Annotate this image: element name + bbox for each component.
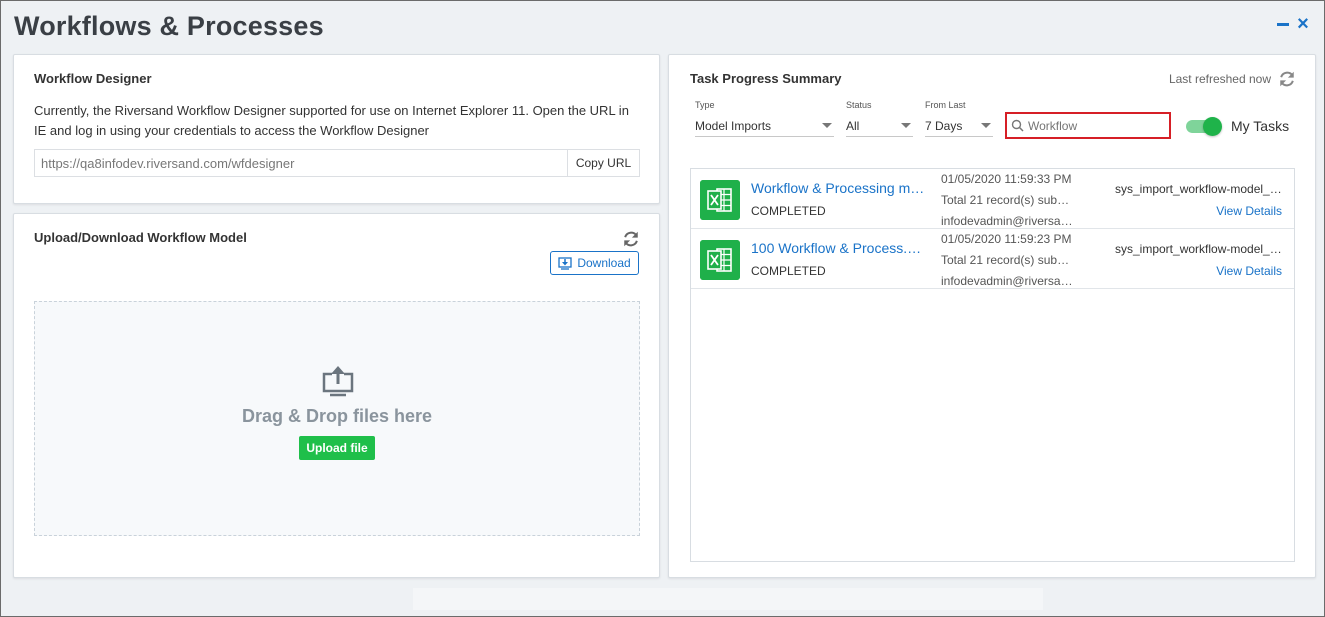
window-controls: ×	[1276, 14, 1310, 34]
task-user: infodevadmin@riversand.com	[941, 214, 1079, 228]
task-row: Workflow & Processing model.xlsx COMPLET…	[691, 169, 1294, 229]
copy-url-button[interactable]: Copy URL	[567, 150, 639, 176]
upload-icon	[322, 366, 354, 397]
workflow-designer-title: Workflow Designer	[34, 71, 152, 86]
refresh-icon[interactable]	[1278, 70, 1296, 88]
task-records: Total 21 record(s) submitted	[941, 253, 1079, 267]
workflows-window: Workflows & Processes × Workflow Designe…	[0, 0, 1325, 617]
task-name-link[interactable]: 100 Workflow & Process.xlsx	[751, 240, 925, 256]
workflow-designer-card: Workflow Designer Currently, the Riversa…	[13, 54, 660, 204]
view-details-link[interactable]: View Details	[1216, 204, 1282, 218]
task-status: COMPLETED	[751, 264, 826, 278]
download-button[interactable]: Download	[550, 251, 639, 275]
designer-url-field[interactable]	[35, 150, 567, 176]
my-tasks-toggle[interactable]	[1186, 117, 1222, 136]
task-row: 100 Workflow & Process.xlsx COMPLETED 01…	[691, 229, 1294, 289]
type-filter: Type Model Imports	[695, 100, 834, 137]
chevron-down-icon	[822, 123, 832, 128]
download-label: Download	[577, 256, 631, 270]
drop-text: Drag & Drop files here	[241, 406, 433, 426]
chevron-down-icon	[901, 123, 911, 128]
task-name-link[interactable]: Workflow & Processing model.xlsx	[751, 180, 925, 196]
upload-file-button[interactable]: Upload file	[299, 436, 375, 460]
task-search-box	[1005, 112, 1171, 139]
last-refreshed-text: Last refreshed now	[1168, 72, 1271, 86]
task-progress-title: Task Progress Summary	[690, 71, 842, 86]
download-icon	[558, 256, 572, 270]
task-list: Workflow & Processing model.xlsx COMPLET…	[690, 168, 1295, 562]
search-icon	[1011, 119, 1024, 132]
minimize-icon[interactable]	[1276, 17, 1290, 31]
bottom-bar	[413, 588, 1043, 610]
task-date: 01/05/2020 11:59:33 PM	[941, 172, 1072, 186]
chevron-down-icon	[981, 123, 991, 128]
designer-url-box: Copy URL	[34, 149, 640, 177]
status-filter: Status All	[846, 100, 913, 137]
upload-download-title: Upload/Download Workflow Model	[34, 230, 247, 245]
task-records: Total 21 record(s) submitted	[941, 193, 1079, 207]
task-status: COMPLETED	[751, 204, 826, 218]
task-progress-card: Task Progress Summary Last refreshed now…	[668, 54, 1316, 578]
task-search-input[interactable]	[1028, 118, 1168, 133]
task-user: infodevadmin@riversand.com	[941, 274, 1079, 288]
upload-download-card: Upload/Download Workflow Model Download	[13, 213, 660, 578]
status-select-value: All	[846, 118, 860, 133]
drop-zone[interactable]: Drag & Drop files here Upload file	[34, 301, 640, 536]
type-select-value: Model Imports	[695, 118, 772, 133]
from-last-select-value: 7 Days	[925, 118, 963, 133]
from-last-select[interactable]: 7 Days	[925, 115, 993, 137]
task-workflow: sys_import_workflow-model_import	[1115, 182, 1282, 196]
from-last-filter: From Last 7 Days	[925, 100, 993, 137]
type-select[interactable]: Model Imports	[695, 115, 834, 137]
workflow-designer-description: Currently, the Riversand Workflow Design…	[34, 103, 629, 138]
task-date: 01/05/2020 11:59:23 PM	[941, 232, 1072, 246]
page-title: Workflows & Processes	[14, 11, 324, 41]
my-tasks-label: My Tasks	[1231, 118, 1290, 134]
excel-file-icon	[700, 240, 740, 280]
excel-file-icon	[700, 180, 740, 220]
refresh-icon[interactable]	[622, 230, 640, 248]
from-last-filter-label: From Last	[925, 100, 966, 110]
close-icon[interactable]: ×	[1296, 14, 1310, 34]
status-filter-label: Status	[846, 100, 872, 110]
view-details-link[interactable]: View Details	[1216, 264, 1282, 278]
task-workflow: sys_import_workflow-model_import	[1115, 242, 1282, 256]
type-filter-label: Type	[695, 100, 715, 110]
status-select[interactable]: All	[846, 115, 913, 137]
